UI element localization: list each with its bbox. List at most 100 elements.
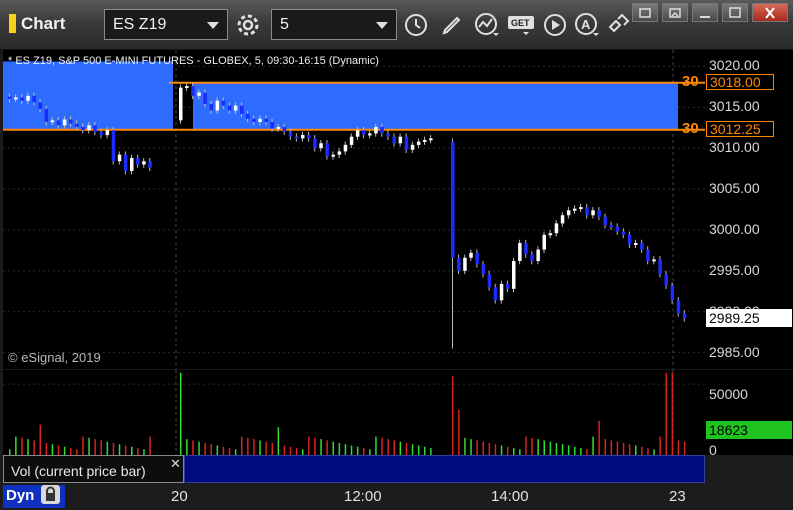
- candle: [8, 96, 12, 100]
- candle: [179, 87, 183, 121]
- volume-bar: [265, 441, 267, 455]
- last-price-tag: 2989.25: [706, 309, 792, 327]
- candle: [227, 105, 232, 111]
- price-chart-pane[interactable]: * ES Z19, S&P 500 E-MINI FUTURES - GLOBE…: [3, 50, 705, 369]
- candle: [44, 108, 49, 122]
- play-icon[interactable]: [540, 9, 570, 40]
- candle: [524, 243, 528, 255]
- volume-bar: [580, 448, 582, 455]
- maximize-window-button[interactable]: [722, 3, 748, 22]
- volume-bar: [543, 440, 545, 455]
- candle: [463, 257, 467, 271]
- candle: [32, 95, 36, 103]
- link-icon[interactable]: [603, 9, 633, 40]
- close-study-icon[interactable]: ✕: [170, 456, 181, 472]
- candle: [209, 103, 213, 111]
- candle: [185, 85, 189, 88]
- pin-window-button[interactable]: [632, 3, 658, 22]
- candle: [355, 130, 360, 137]
- candle: [282, 126, 287, 132]
- volume-bar: [118, 444, 121, 455]
- time-axis[interactable]: Dyn 20 12:00 14:00 23: [0, 483, 793, 510]
- alert-icon[interactable]: A: [572, 9, 602, 40]
- candle: [14, 97, 18, 100]
- volume-bar: [204, 442, 206, 455]
- volume-bar: [549, 441, 552, 455]
- candle: [609, 225, 614, 228]
- candle: [451, 141, 455, 258]
- volume-bar: [531, 437, 533, 455]
- chart-toolbar: Chart ES Z19 5 GET A: [0, 0, 793, 50]
- volume-bar: [647, 448, 649, 455]
- volume-bar: [314, 437, 316, 455]
- study-icon[interactable]: [472, 9, 502, 40]
- minimize-window-button[interactable]: [692, 3, 718, 22]
- time-axis-label: 12:00: [344, 488, 382, 505]
- candle: [670, 285, 675, 301]
- volume-bar: [458, 409, 460, 455]
- volume-bar: [216, 445, 219, 455]
- candle: [591, 210, 595, 216]
- study-label-text: Vol (current price bar): [11, 463, 146, 479]
- volume-bar: [180, 372, 182, 455]
- volume-axis[interactable]: 50000 0 18623: [705, 370, 793, 458]
- volume-pane[interactable]: [3, 370, 705, 455]
- candle: [111, 130, 116, 162]
- pencil-icon[interactable]: [437, 9, 467, 40]
- study-label[interactable]: Vol (current price bar): [3, 455, 184, 483]
- upper-level-price-tag: 3018.00: [706, 74, 774, 90]
- lock-icon[interactable]: [41, 485, 60, 504]
- volume-bar: [628, 444, 631, 455]
- candle: [392, 136, 396, 144]
- volume-bar: [537, 439, 539, 455]
- candle: [264, 118, 268, 122]
- symbol-value: ES Z19: [113, 16, 167, 33]
- window-title: Chart: [21, 14, 66, 33]
- candle: [50, 120, 55, 123]
- dynamic-label: Dyn: [6, 487, 35, 504]
- volume-bar: [525, 436, 527, 455]
- chart-caption: * ES Z19, S&P 500 E-MINI FUTURES - GLOBE…: [8, 55, 379, 67]
- close-window-button[interactable]: [752, 3, 788, 22]
- candle: [337, 151, 342, 155]
- candle: [627, 234, 632, 245]
- volume-bar: [131, 446, 133, 455]
- svg-text:GET: GET: [511, 18, 530, 28]
- volume-bar: [94, 439, 96, 455]
- restore-window-button[interactable]: [662, 3, 688, 22]
- volume-bar: [63, 446, 66, 455]
- candle: [93, 125, 97, 132]
- candle: [142, 161, 146, 165]
- upper-level-count: 30: [682, 73, 699, 90]
- volume-bar: [482, 441, 484, 455]
- volume-bar: [574, 446, 576, 455]
- candle: [136, 157, 140, 165]
- volume-bar: [363, 448, 365, 455]
- lower-level-price-tag: 3012.25: [706, 121, 774, 137]
- candle: [518, 243, 522, 262]
- candle: [554, 223, 559, 234]
- volume-bar: [393, 440, 395, 455]
- clock-icon[interactable]: [401, 9, 431, 40]
- candle: [542, 234, 546, 250]
- symbol-dropdown[interactable]: ES Z19: [104, 9, 228, 40]
- candle: [197, 92, 201, 96]
- candle: [404, 136, 409, 150]
- candle: [233, 105, 238, 111]
- get-icon[interactable]: GET: [506, 9, 536, 40]
- price-axis[interactable]: 3020.00 3015.00 3010.00 3005.00 3000.00 …: [705, 50, 793, 369]
- volume-bar: [192, 440, 194, 455]
- candle: [429, 138, 433, 141]
- candle: [26, 95, 30, 101]
- volume-bar: [247, 437, 249, 455]
- interval-dropdown[interactable]: 5: [271, 9, 397, 40]
- candle: [386, 133, 390, 137]
- settings-gear-icon[interactable]: [233, 9, 263, 40]
- volume-bar: [464, 437, 466, 455]
- volume-bar: [665, 372, 667, 455]
- copyright-text: © eSignal, 2019: [8, 350, 101, 365]
- volume-bar: [186, 439, 188, 455]
- candle: [560, 215, 565, 224]
- volume-bar: [622, 442, 625, 455]
- svg-text:A: A: [581, 17, 591, 32]
